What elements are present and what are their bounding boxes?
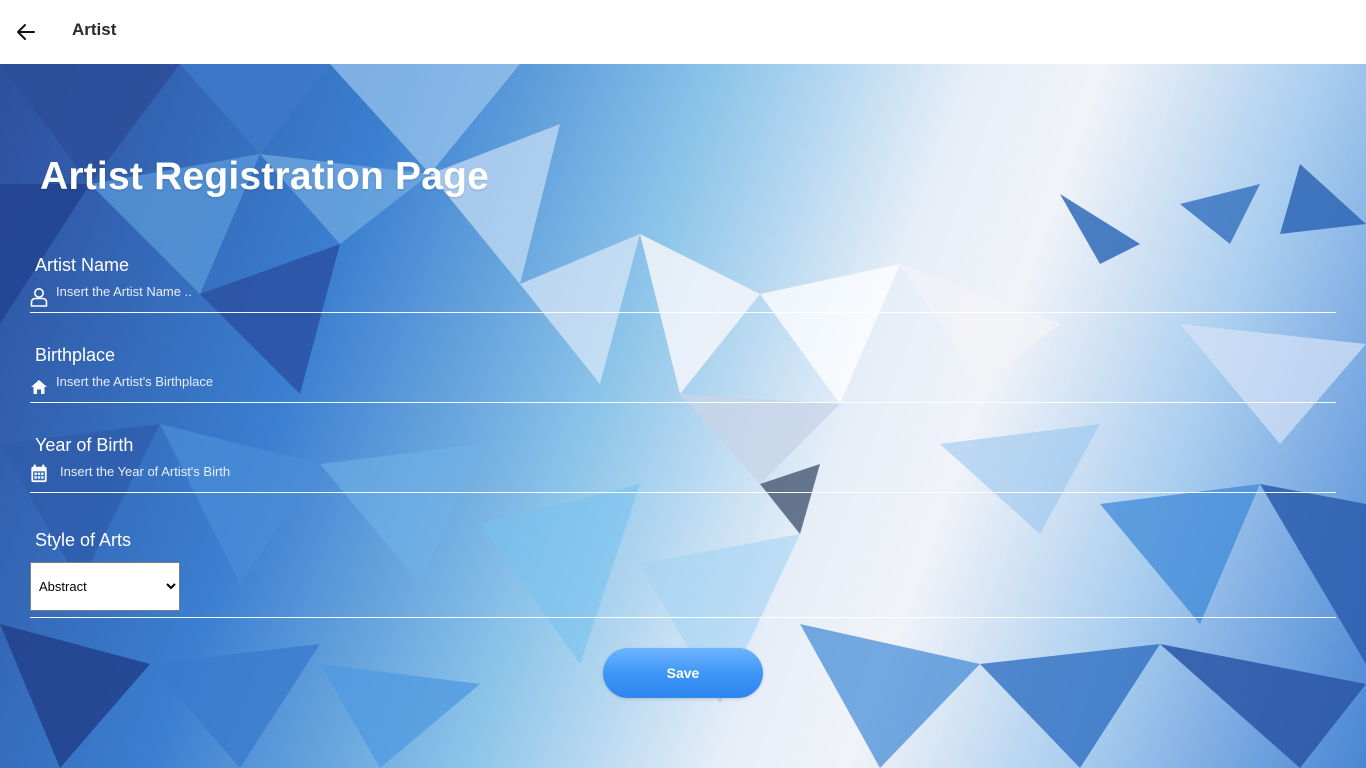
save-button[interactable]: Save (603, 648, 763, 698)
calendar-icon (30, 464, 48, 484)
app-bar: Artist (0, 0, 1366, 64)
birthplace-input[interactable] (56, 370, 1316, 392)
page-title: Artist Registration Page (40, 155, 490, 198)
back-button[interactable] (12, 18, 40, 46)
artist-name-underline (30, 312, 1336, 313)
artist-name-label: Artist Name (35, 255, 130, 275)
arrow-left-icon (17, 24, 35, 40)
style-of-arts-select[interactable]: Abstract (30, 562, 180, 611)
artist-name-input[interactable] (56, 280, 1316, 302)
birthplace-label: Birthplace (35, 345, 116, 365)
appbar-title: Artist (72, 20, 117, 39)
registration-panel: Artist Registration Page Artist Name Bir… (0, 64, 1366, 768)
birthplace-underline (30, 402, 1336, 403)
year-of-birth-underline (30, 492, 1336, 493)
year-of-birth-label: Year of Birth (35, 435, 134, 455)
home-icon (30, 377, 48, 397)
user-icon (30, 287, 48, 307)
year-of-birth-input[interactable] (60, 460, 1320, 482)
style-of-arts-underline (30, 617, 1336, 618)
style-of-arts-label: Style of Arts (35, 530, 132, 550)
